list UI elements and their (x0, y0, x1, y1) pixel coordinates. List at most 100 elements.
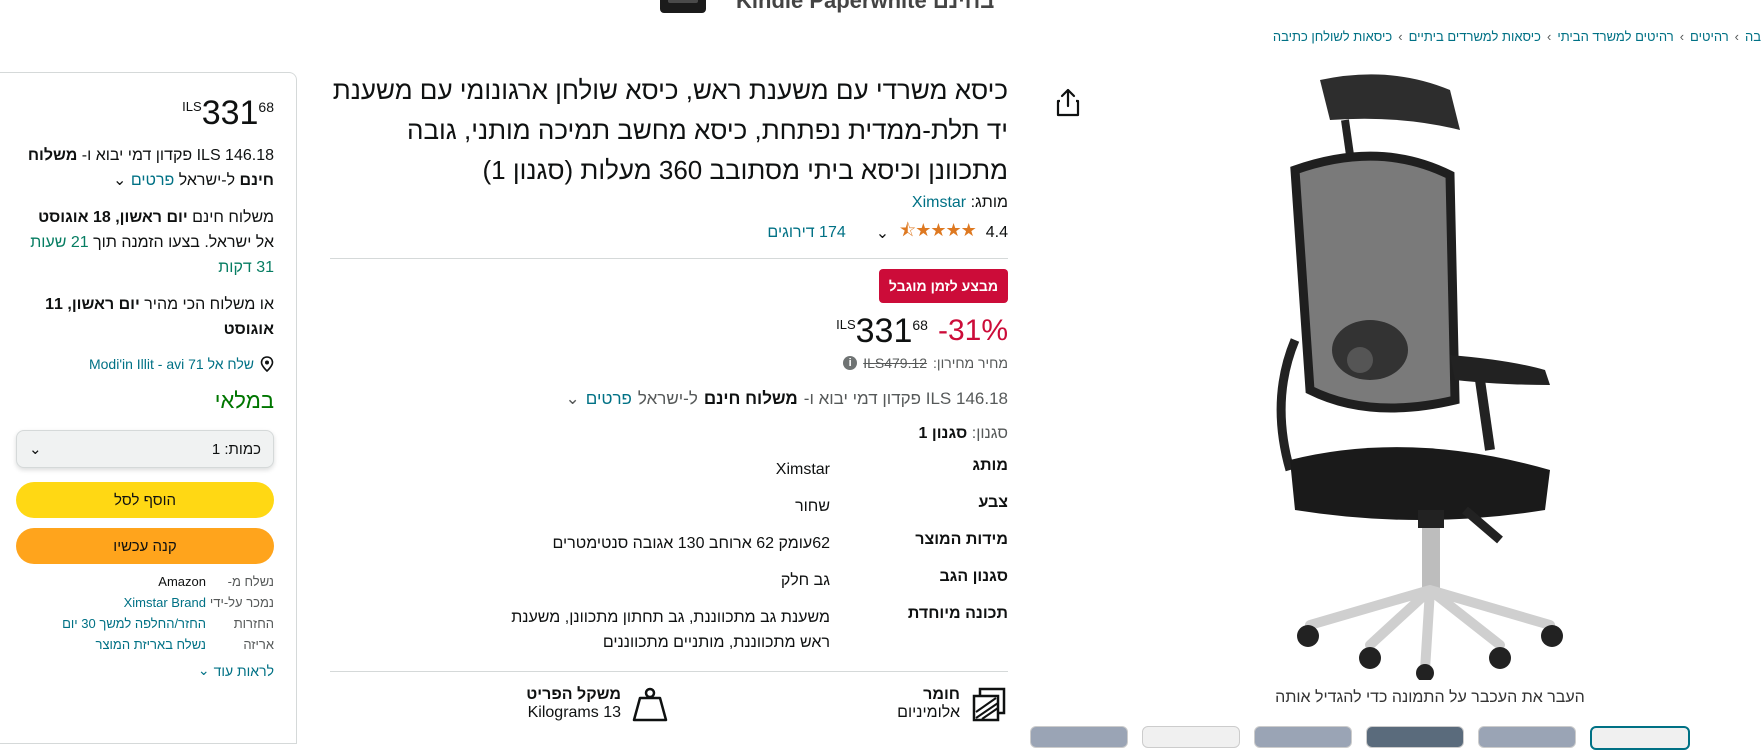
feature-highlights: חומר אלומיניום משקל הפריט 13 Kilograms (330, 686, 1008, 724)
fastest-delivery: או משלוח הכי מהיר יום ראשון, 11 אוגוסט (16, 292, 274, 342)
deal-badge: מבצע לזמן מוגבל (878, 269, 1008, 303)
see-more-text: לראות עוד (213, 662, 274, 679)
thumbnail[interactable] (1030, 726, 1128, 748)
style-value: סגנון 1 (918, 425, 968, 442)
breadcrumb-item[interactable]: רהיטים למשרד הביתי (1557, 29, 1673, 44)
star-rating-icon[interactable]: ★★★★⯪ (899, 218, 977, 248)
list-price-value: ILS479.12 (863, 355, 928, 371)
product-details: כיסא משרדי עם משענת ראש, כיסא שולחן ארגו… (330, 70, 1008, 724)
price-fraction: 68 (258, 99, 274, 115)
details-link[interactable]: פרטים (586, 389, 632, 409)
spec-key: מותג (972, 457, 1008, 474)
breadcrumb-separator: › (1398, 29, 1403, 44)
feature-title: משקל הפריט (526, 686, 621, 703)
add-to-cart-button[interactable]: הוסף לסל (16, 482, 274, 518)
breadcrumb: בה › רהיטים › רהיטים למשרד הביתי › כיסאו… (1273, 29, 1761, 44)
seller-value[interactable]: Ximstar Brand (16, 595, 206, 610)
thumbnail[interactable] (1366, 726, 1464, 748)
feature-material: חומר אלומיניום (669, 686, 1008, 724)
buy-now-button[interactable]: קנה עכשיו (16, 528, 274, 564)
price-whole: 331 (201, 94, 259, 132)
table-row: סגנון הגב גב חלק (330, 562, 1008, 599)
spec-value: Ximstar (775, 461, 830, 478)
spec-value: משענת גב מתכווננת, גב תחתון מתכוונן, משע… (511, 609, 830, 651)
brand-line: מותג: Ximstar (330, 194, 1008, 212)
chevron-down-icon: ⌄ (197, 662, 210, 678)
delivery-suffix: אל ישראל. בצעו הזמנה תוך (93, 234, 274, 251)
product-title: כיסא משרדי עם משענת ראש, כיסא שולחן ארגו… (332, 75, 1008, 185)
destination-text: ל-ישראל (178, 172, 236, 189)
product-image[interactable] (1250, 70, 1610, 680)
thumbnail[interactable] (1142, 726, 1240, 748)
chevron-down-icon: ⌄ (29, 441, 42, 458)
stock-status: במלאי (214, 388, 274, 413)
seller-label: נמכר על-ידי (209, 595, 274, 610)
location-text: שלח אל 71 Modi'in Illit - avi (88, 356, 254, 372)
spec-key: מידות המוצר (915, 531, 1008, 548)
buybox-import-fees: ILS 146.18 פקדון דמי יבוא ו- משלוח חינם … (16, 143, 274, 193)
ratings-count-link[interactable]: 174 דירוגים (767, 224, 845, 242)
deliver-to-location[interactable]: שלח אל 71 Modi'in Illit - avi (16, 356, 274, 372)
chevron-down-icon[interactable]: ⌄ (876, 223, 889, 243)
style-label: סגנון: (971, 425, 1008, 442)
feature-value: אלומיניום (897, 704, 960, 721)
brand-link[interactable]: Ximstar (912, 194, 966, 211)
table-row: תכונה מיוחדת משענת גב מתכווננת, גב תחתון… (330, 599, 1008, 661)
brand-label: מותג: (970, 194, 1008, 211)
quantity-label: כמות: (224, 440, 261, 458)
fastest-prefix: או משלוח הכי מהיר (144, 296, 274, 313)
spec-key: סגנון הגב (939, 568, 1008, 585)
discount-percent: -31% (937, 314, 1008, 347)
banner-text: Kindle Paperwhite בחינם (736, 0, 995, 13)
share-icon[interactable] (1055, 88, 1081, 118)
current-price: ILS 331 68 (836, 313, 928, 349)
breadcrumb-item[interactable]: רהיטים (1690, 29, 1729, 44)
list-price: מחיר מחירון: ILS479.12 i (330, 355, 1008, 371)
spec-key: צבע (978, 494, 1008, 511)
table-row: מותג Ximstar (330, 451, 1008, 488)
top-banner[interactable]: Kindle Paperwhite בחינם (660, 0, 1080, 13)
breadcrumb-item[interactable]: בה (1745, 29, 1761, 44)
table-row: מידות המוצר 62עומק 62 ארוחב 130 אגובה סנ… (330, 525, 1008, 562)
kindle-icon (660, 0, 706, 13)
specs-table: מותג Ximstar צבע שחור מידות המוצר 62עומק… (330, 451, 1008, 661)
thumbnail[interactable] (1590, 726, 1690, 750)
import-fees-text: ILS 146.18 פקדון דמי יבוא ו- (803, 389, 1008, 408)
breadcrumb-separator: › (1679, 29, 1685, 44)
location-pin-icon (260, 356, 274, 372)
seller-label: נשלח מ- (227, 574, 274, 589)
thumbnail[interactable] (1478, 726, 1576, 748)
info-icon[interactable]: i (843, 356, 858, 370)
breadcrumb-separator: › (1546, 29, 1552, 44)
breadcrumb-item[interactable]: כיסאות למשרדים ביתיים (1409, 29, 1541, 44)
price-row: -31% ILS 331 68 (330, 313, 1008, 349)
thumbnail[interactable] (1254, 726, 1352, 748)
destination-text: ל-ישראל (637, 389, 698, 408)
quantity-select[interactable]: כמות: 1 ⌄ (16, 430, 274, 468)
chevron-down-icon[interactable]: ⌄ (566, 389, 580, 409)
seller-value[interactable]: נשלח באריזת המוצר (16, 637, 206, 652)
feature-weight: משקל הפריט 13 Kilograms (330, 686, 669, 724)
seller-value[interactable]: החזר/החלפה למשך 30 יום (16, 616, 206, 631)
price-currency: ILS (182, 99, 202, 114)
list-price-label: מחיר מחירון: (933, 355, 1008, 371)
spec-value: 62עומק 62 ארוחב 130 אגובה סנטימטרים (552, 535, 830, 552)
weight-icon (632, 687, 668, 722)
breadcrumb-item[interactable]: כיסאות לשולחן כתיבה (1273, 29, 1392, 44)
import-fees-text: ILS 146.18 פקדון דמי יבוא ו- (81, 147, 274, 164)
chevron-down-icon[interactable]: ⌄ (113, 172, 126, 189)
seller-info: נשלח מ- Amazon נמכר על-ידי Ximstar Brand… (16, 574, 274, 652)
rating-value: 4.4 (985, 224, 1008, 241)
see-more-link[interactable]: לראות עוד ⌄ (16, 662, 274, 679)
image-thumbnails (1030, 726, 1690, 750)
free-shipping-text: משלוח חינם (703, 389, 798, 408)
delivery-prefix: משלוח חינם (192, 209, 274, 226)
breadcrumb-separator: › (1734, 29, 1739, 44)
style-line: סגנון: סגנון 1 (330, 425, 1008, 443)
details-link[interactable]: פרטים (131, 172, 174, 189)
import-fees-line: ILS 146.18 פקדון דמי יבוא ו- משלוח חינם … (330, 389, 1009, 409)
buy-box: ILS 331 68 ILS 146.18 פקדון דמי יבוא ו- … (0, 72, 297, 744)
rating-row: 4.4 ★★★★⯪ ⌄ 174 דירוגים (330, 218, 1008, 248)
buybox-price: ILS 331 68 (16, 95, 274, 131)
material-icon (972, 687, 1006, 722)
